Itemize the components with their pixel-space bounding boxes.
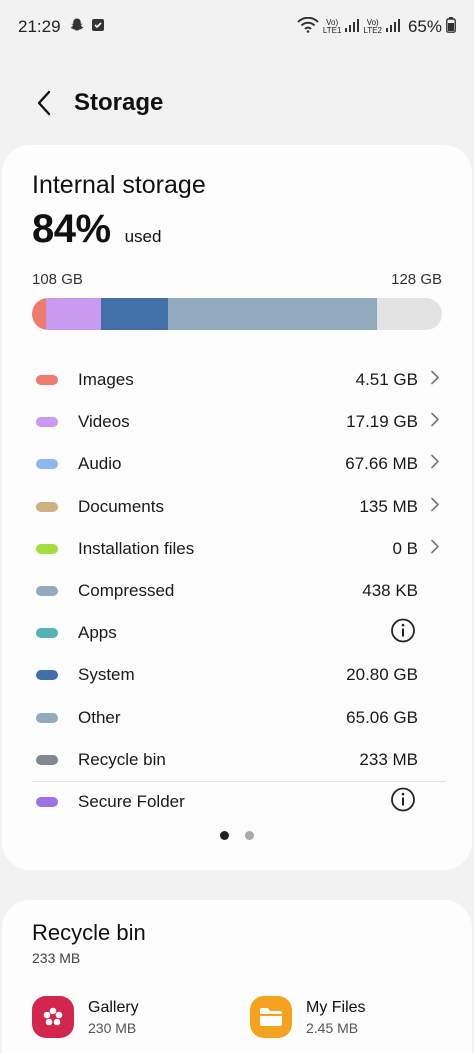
category-size: 20.80 GB [346,665,418,685]
category-color-dot [36,417,58,428]
category-label: Installation files [78,538,195,558]
usage-segment [32,298,47,330]
category-size: 65.06 GB [346,707,418,727]
chevron-right-icon [430,454,440,475]
info-icon[interactable] [390,618,416,649]
category-label: Documents [78,496,164,516]
category-label: System [78,665,135,685]
category-size: 67.66 MB [345,454,418,474]
app-size: 2.45 MB [306,1019,359,1036]
used-amount: 108 GB [32,271,83,288]
category-color-dot [36,459,58,470]
storage-category-list: Images 4.51 GB Videos 17.19 GB Audio 67.66 MB… [32,359,446,823]
category-size: 4.51 GB [355,370,418,390]
category-color-dot [36,501,58,512]
storage-category-recycle-bin: Recycle bin 233 MB [32,739,446,781]
storage-category-installation-files[interactable]: Installation files 0 B [32,528,446,570]
lte2-indicator: Vo) LTE2 [363,18,382,35]
storage-category-other: Other 65.06 GB [32,697,446,739]
storage-category-system: System 20.80 GB [32,654,446,696]
app-name: Gallery [88,998,139,1016]
storage-usage-bar [32,298,442,330]
usage-segment [101,298,169,330]
battery-icon [446,16,456,38]
category-color-dot [36,754,58,765]
used-label: used [124,227,162,246]
category-color-dot [36,375,58,386]
recycle-bin-card[interactable]: Recycle bin 233 MB Gallery 230 MB My Fil… [2,900,472,1053]
app-name: My Files [306,998,366,1016]
info-icon[interactable] [390,786,416,817]
snapchat-icon [69,17,85,38]
chevron-right-icon [430,538,440,559]
used-percent: 84% [32,207,111,251]
storage-category-apps[interactable]: Apps [32,612,446,654]
signal-icon [345,17,360,37]
notification-check-icon [91,17,105,37]
internal-storage-title: Internal storage [32,171,206,199]
usage-segment [168,298,377,330]
category-size: 0 B [392,538,418,558]
my-files-recycle-item[interactable]: My Files 2.45 MB [250,996,366,1038]
my-files-icon [250,996,292,1038]
page-title: Storage [74,89,164,116]
category-size: 233 MB [359,749,418,769]
back-arrow-icon [37,90,51,116]
category-color-dot [36,628,58,639]
category-label: Recycle bin [78,749,166,769]
category-label: Images [78,370,134,390]
storage-category-images[interactable]: Images 4.51 GB [32,359,446,401]
category-size: 17.19 GB [346,412,418,432]
storage-category-videos[interactable]: Videos 17.19 GB [32,401,446,443]
internal-storage-card: Internal storage 84% used 108 GB 128 GB … [2,145,472,870]
chevron-right-icon [430,496,440,517]
category-color-dot [36,543,58,554]
page-dot[interactable] [245,831,254,840]
category-label: Audio [78,454,122,474]
divider [32,780,446,782]
storage-category-audio[interactable]: Audio 67.66 MB [32,443,446,485]
category-color-dot [36,586,58,597]
back-button[interactable] [24,83,64,123]
usage-segment [46,298,102,330]
battery-percent: 65% [407,17,442,36]
category-color-dot [36,796,58,807]
recycle-bin-size: 233 MB [32,950,81,966]
storage-category-documents[interactable]: Documents 135 MB [32,486,446,528]
category-label: Apps [78,623,117,643]
category-size: 135 MB [359,496,418,516]
total-amount: 128 GB [391,271,442,288]
storage-category-compressed: Compressed 438 KB [32,570,446,612]
chevron-right-icon [430,370,440,391]
status-time: 21:29 [18,17,61,36]
category-label: Compressed [78,581,175,601]
category-label: Videos [78,412,130,432]
storage-category-secure-folder[interactable]: Secure Folder [32,780,446,823]
gallery-icon [32,996,74,1038]
lte1-indicator: Vo) LTE1 [322,18,342,35]
category-label: Secure Folder [78,791,185,811]
category-label: Other [78,707,121,727]
category-color-dot [36,670,58,681]
signal-icon [385,17,400,37]
category-size: 438 KB [362,581,418,601]
app-bar: Storage [0,76,474,130]
recycle-bin-title: Recycle bin [32,920,146,945]
app-size: 230 MB [88,1019,137,1036]
page-indicator [2,831,472,840]
gallery-recycle-item[interactable]: Gallery 230 MB [32,996,139,1038]
status-bar: 21:29 Vo) LTE1 Vo) LTE2 65% [0,0,474,54]
page-dot-active[interactable] [220,831,229,840]
chevron-right-icon [430,412,440,433]
category-color-dot [36,712,58,723]
wifi-icon [297,16,319,38]
